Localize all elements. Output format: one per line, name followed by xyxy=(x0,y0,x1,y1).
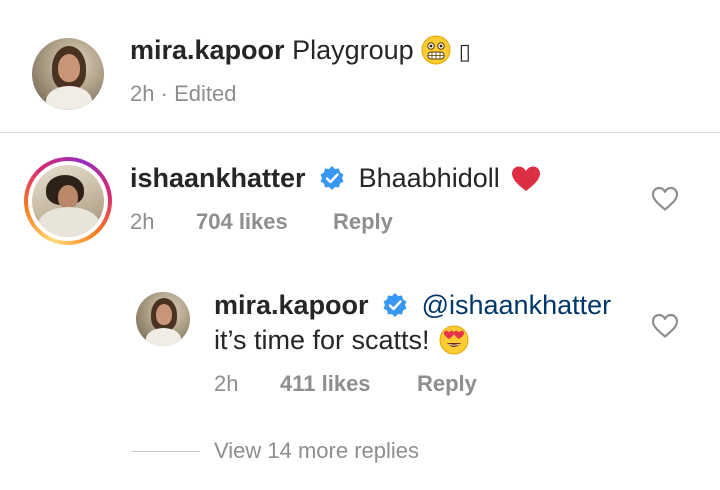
reply-mention-link[interactable]: @ishaankhatter xyxy=(422,290,612,320)
comment-line: ishaankhatter Bhaabhidoll xyxy=(130,162,541,200)
reply-like-heart-icon[interactable] xyxy=(651,313,679,339)
reply-avatar[interactable] xyxy=(136,292,190,346)
comment-likes[interactable]: 704 likes xyxy=(196,209,288,234)
comment-text: Bhaabhidoll xyxy=(358,163,500,193)
view-more-divider xyxy=(132,451,200,452)
caption-meta: 2h · Edited xyxy=(130,81,236,107)
reply-username[interactable]: mira.kapoor xyxy=(214,290,369,320)
reply-line-1: mira.kapoor @ishaankhatter xyxy=(214,289,611,321)
reply-time: 2h xyxy=(214,371,239,396)
comment-username[interactable]: ishaankhatter xyxy=(130,163,306,193)
view-more-replies-button[interactable]: View 14 more replies xyxy=(214,438,419,464)
comment-reply-wrap: Reply xyxy=(333,209,393,235)
comment-likes-wrap: 704 likes xyxy=(196,209,288,235)
comment-avatar-story-ring[interactable] xyxy=(24,157,112,245)
caption-username[interactable]: mira.kapoor xyxy=(130,35,285,65)
comment-meta: 2h xyxy=(130,209,154,235)
reply-likes[interactable]: 411 likes xyxy=(280,371,371,396)
caption-trailing-glyph: ▯ xyxy=(458,40,471,65)
reply-reply-wrap: Reply xyxy=(417,371,477,397)
caption-line: mira.kapoor Playgroup ▯ xyxy=(130,34,471,72)
comment-reply-button[interactable]: Reply xyxy=(333,209,393,234)
comment-avatar xyxy=(32,165,104,237)
comments-thread: mira.kapoor Playgroup ▯ 2h · Edited isha… xyxy=(0,0,720,490)
caption-edited: Edited xyxy=(174,81,237,106)
caption-avatar[interactable] xyxy=(32,38,104,110)
verified-badge-icon xyxy=(383,293,407,317)
verified-badge-icon xyxy=(320,166,344,190)
heart-eyes-face-icon xyxy=(439,325,469,362)
comment-like-heart-icon[interactable] xyxy=(651,186,679,212)
reply-meta: 2h xyxy=(214,371,238,397)
reply-text: it’s time for scatts! xyxy=(214,325,430,355)
grimacing-face-icon xyxy=(421,35,451,72)
reply-likes-wrap: 411 likes xyxy=(280,371,371,397)
red-heart-icon xyxy=(511,165,541,200)
caption-divider xyxy=(0,132,720,133)
caption-text: Playgroup xyxy=(292,35,414,65)
reply-reply-button[interactable]: Reply xyxy=(417,371,477,396)
comment-time: 2h xyxy=(130,209,155,234)
caption-separator: · xyxy=(160,81,168,106)
caption-time: 2h xyxy=(130,81,155,106)
reply-line-2: it’s time for scatts! xyxy=(214,324,469,362)
